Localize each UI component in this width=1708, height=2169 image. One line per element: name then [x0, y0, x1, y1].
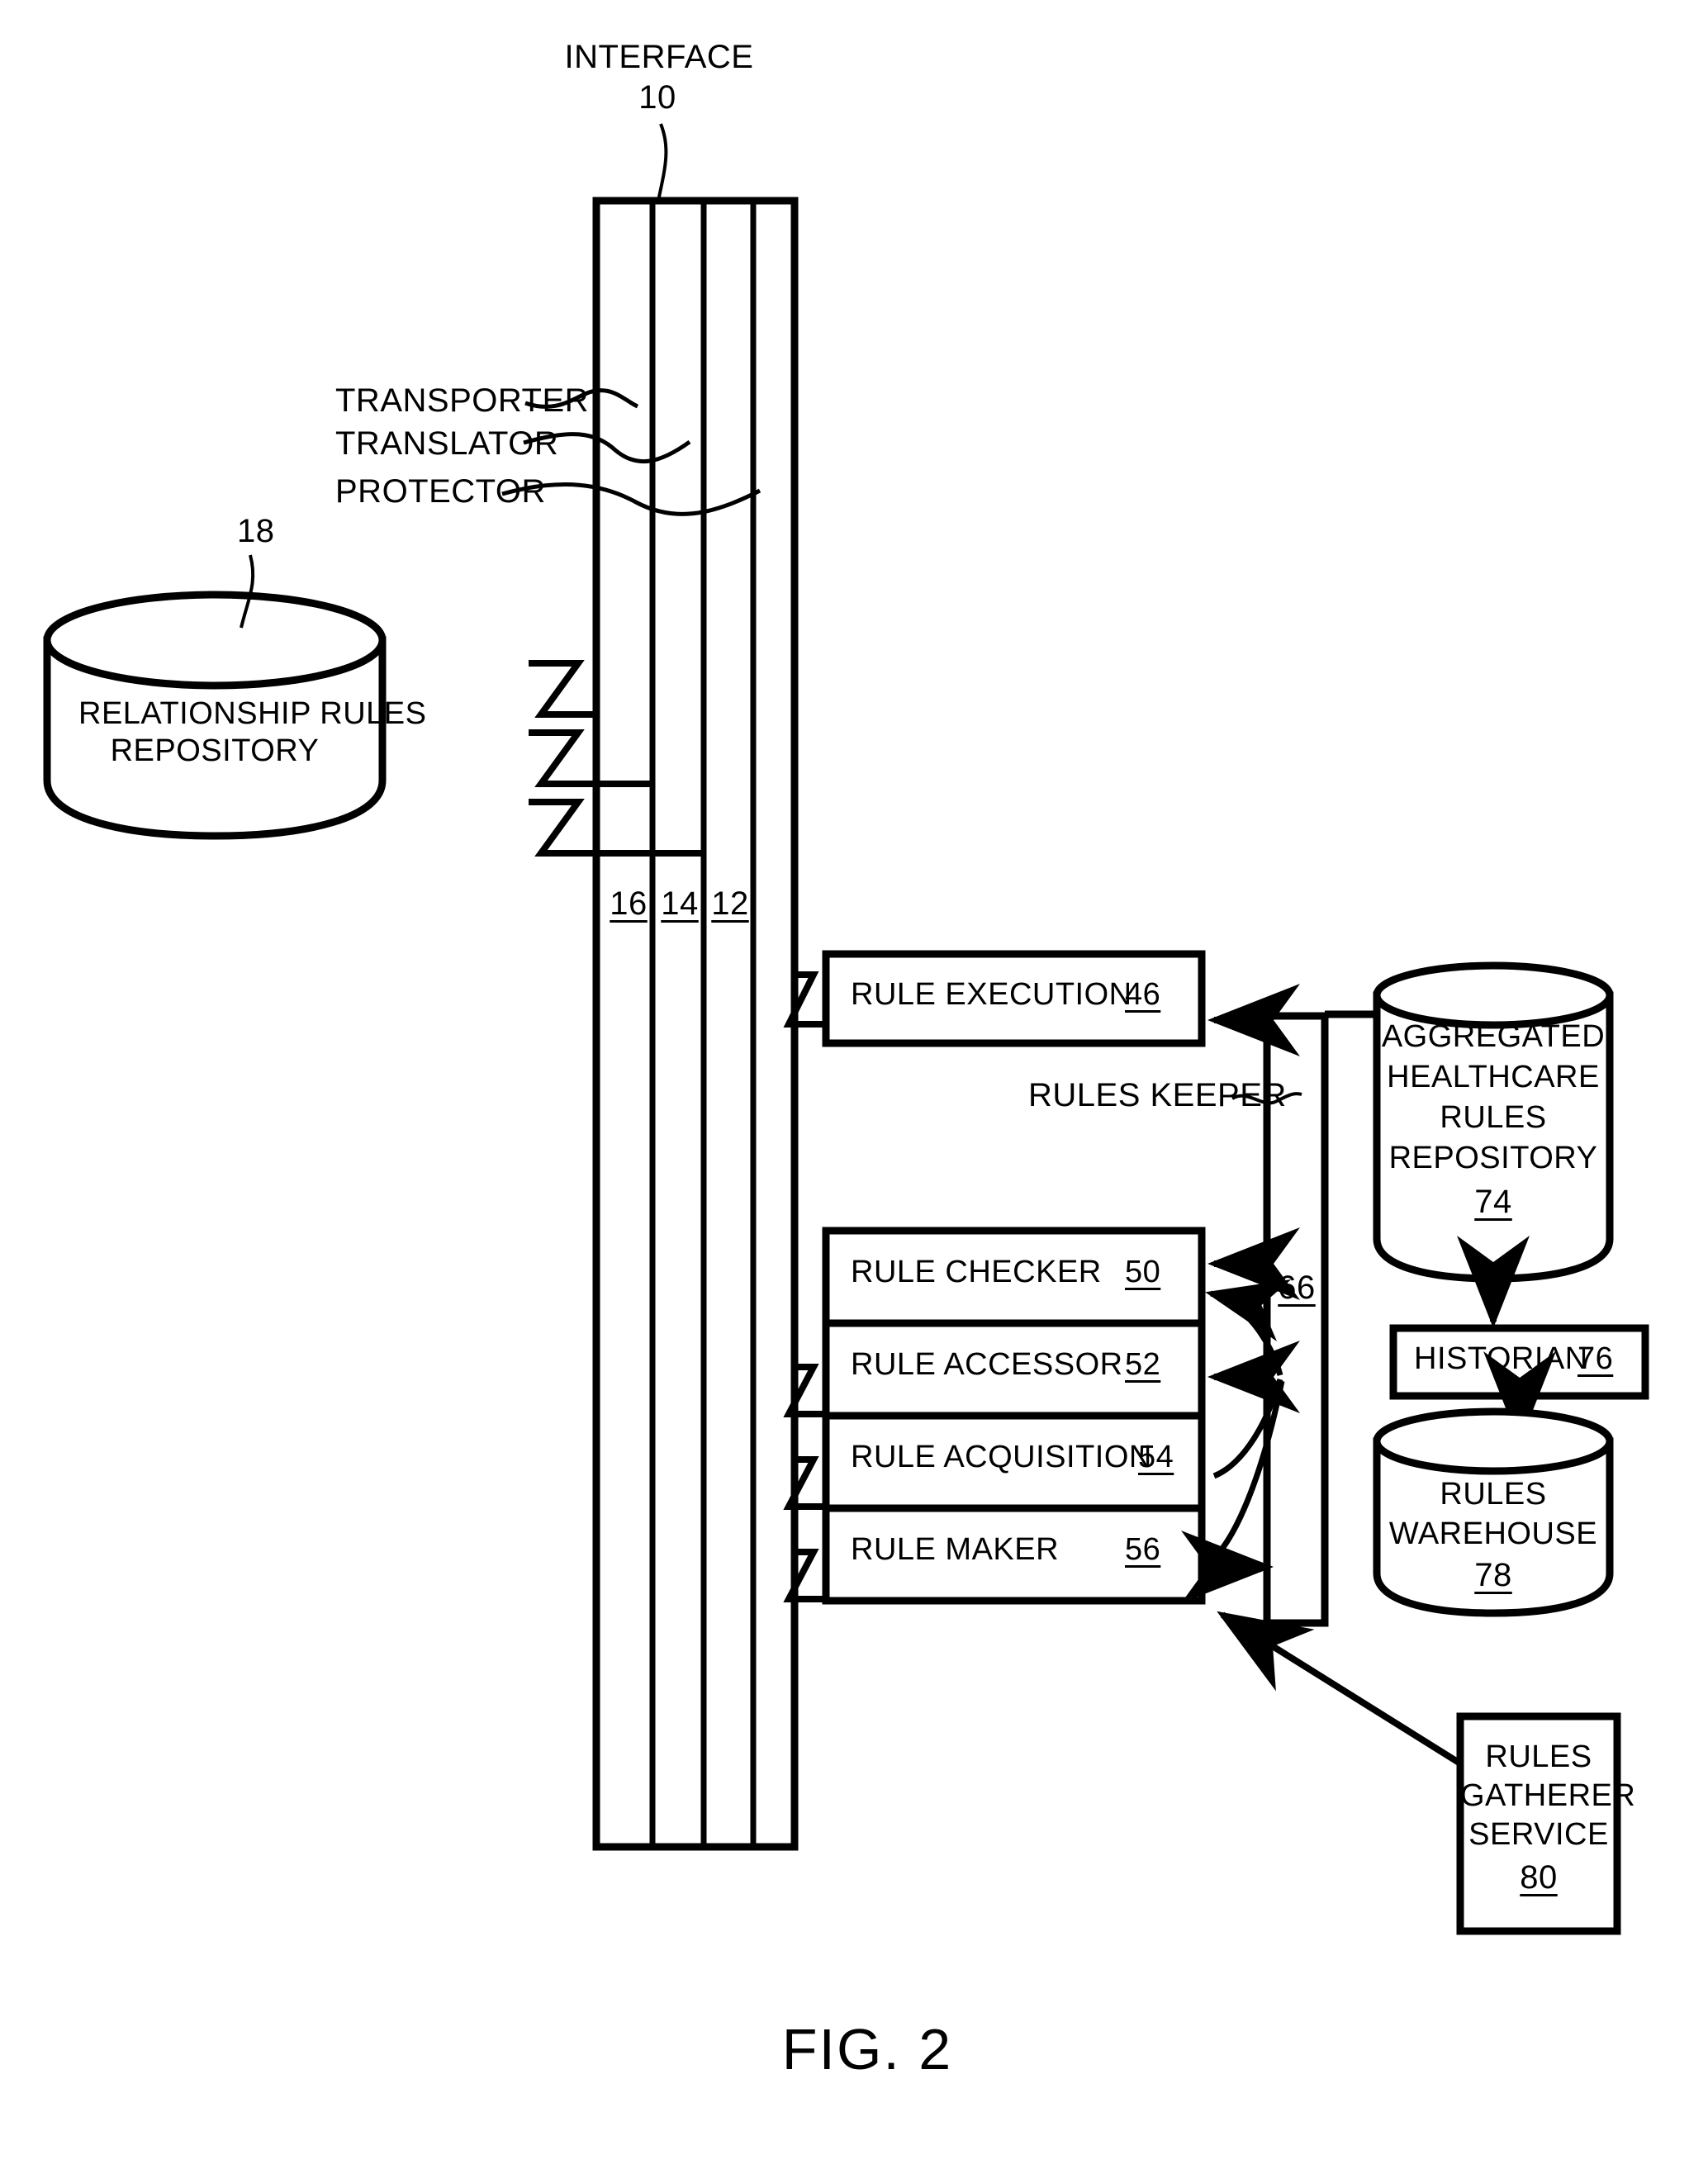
rules-gatherer-line1: RULES	[1485, 1739, 1592, 1774]
aggregated-repository-line2: HEALTHCARE	[1387, 1060, 1600, 1094]
rules-warehouse-line2: WAREHOUSE	[1388, 1516, 1598, 1551]
rules-warehouse-ref: 78	[1474, 1557, 1512, 1593]
rule-maker-ref: 56	[1125, 1532, 1161, 1567]
transporter-label: TRANSPORTER	[335, 382, 590, 419]
arrow-gatherer-to-rule-stack	[1217, 1611, 1463, 1767]
interface-column	[592, 197, 799, 1851]
patent-figure-page: INTERFACE 10 TRANSPORTER TRANSLATOR PROT…	[0, 0, 1708, 2169]
interface-layer-ref-14: 14	[661, 885, 699, 922]
aggregated-repository-line1: AGGREGATED	[1381, 1019, 1606, 1054]
rules-keeper-label: RULES KEEPER	[1028, 1077, 1287, 1113]
rules-keeper-ref: 66	[1278, 1270, 1316, 1306]
rule-checker-ref: 50	[1125, 1255, 1161, 1289]
rule-maker-label: RULE MAKER	[851, 1532, 1060, 1567]
rules-gatherer-line2: GATHERER	[1460, 1778, 1636, 1813]
rule-execution-label: RULE EXECUTION	[851, 977, 1132, 1012]
rules-gatherer-ref: 80	[1520, 1859, 1558, 1896]
relationship-repository-line1: RELATIONSHIP RULES	[78, 696, 427, 731]
rule-accessor-label: RULE ACCESSOR	[851, 1347, 1123, 1382]
rule-acquisition-label: RULE ACQUISITION	[851, 1440, 1152, 1474]
interface-layer-ref-12: 12	[711, 885, 749, 922]
aggregated-repository-line3: RULES	[1440, 1100, 1547, 1135]
interface-ref: 10	[638, 79, 676, 116]
rule-checker-label: RULE CHECKER	[851, 1255, 1102, 1289]
interface-title: INTERFACE	[564, 39, 754, 75]
relationship-repository-ref: 18	[237, 513, 275, 549]
historian-ref: 76	[1578, 1341, 1614, 1376]
aggregated-repository-line4: REPOSITORY	[1388, 1141, 1598, 1175]
rules-warehouse-line1: RULES	[1440, 1477, 1547, 1512]
rule-execution-ref: 46	[1125, 977, 1161, 1012]
translator-label: TRANSLATOR	[335, 425, 559, 462]
leader-interface-10	[657, 123, 668, 202]
historian-label: HISTORIAN	[1414, 1341, 1588, 1376]
aggregated-repository-ref: 74	[1474, 1184, 1512, 1220]
interface-layer-ref-16: 16	[610, 885, 648, 922]
rules-gatherer-line3: SERVICE	[1468, 1817, 1609, 1852]
rule-acquisition-ref: 54	[1138, 1440, 1174, 1474]
figure-caption: FIG. 2	[781, 2017, 953, 2081]
rule-accessor-ref: 52	[1125, 1347, 1161, 1382]
protector-label: PROTECTOR	[335, 473, 546, 510]
relationship-repository-line2: REPOSITORY	[110, 733, 320, 768]
